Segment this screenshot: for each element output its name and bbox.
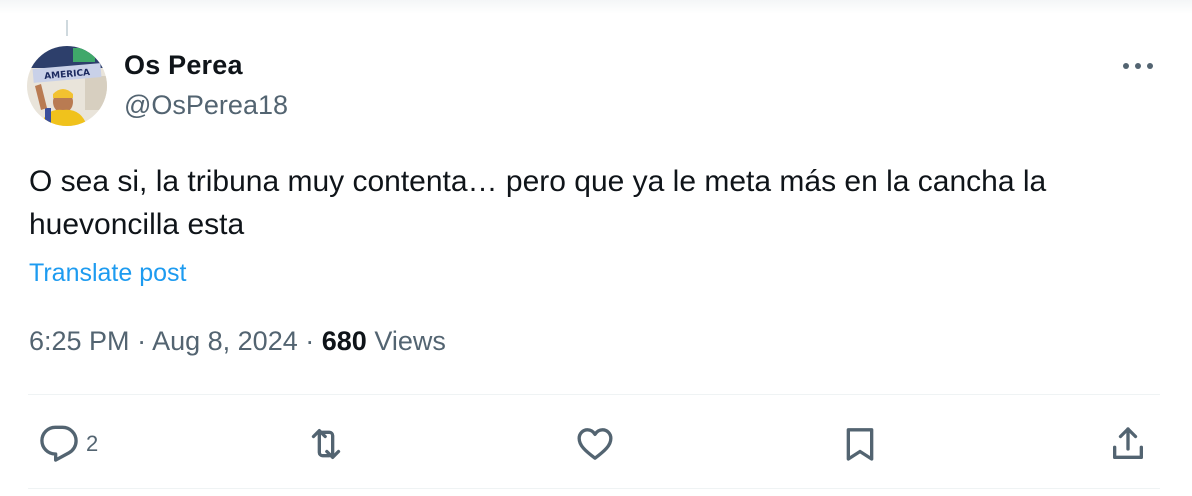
share-button[interactable] [1108,422,1148,466]
author-display-name[interactable]: Os Perea [124,50,243,81]
repost-icon [311,429,341,459]
divider-bottom [28,488,1160,489]
meta-separator: · [305,326,315,356]
divider-top [28,394,1160,395]
reply-icon [40,425,78,462]
post-date[interactable]: Aug 8, 2024 [152,326,298,356]
views-label: Views [374,326,446,356]
meta-separator: · [137,326,147,356]
heart-icon [577,428,613,460]
translate-post-link[interactable]: Translate post [29,259,186,288]
share-icon [1113,427,1143,459]
bookmark-icon [846,428,874,461]
reply-count: 2 [86,431,99,456]
like-button[interactable] [574,422,616,466]
thread-connector-line [66,20,68,36]
post-metadata: 6:25 PM · Aug 8, 2024 · 680 Views [29,326,446,357]
bookmark-button[interactable] [840,422,880,466]
post-text: O sea si, la tribuna muy contenta… pero … [29,165,1047,241]
more-icon [1123,63,1153,69]
previous-post-edge [0,0,1192,14]
views-count: 680 [321,326,367,356]
avatar[interactable]: AMERICA [27,46,107,126]
avatar-image: AMERICA [27,46,107,126]
reply-button[interactable]: 2 [38,422,98,466]
author-handle[interactable]: @OsPerea18 [124,90,288,121]
repost-button[interactable] [304,422,348,466]
post-time[interactable]: 6:25 PM [29,326,130,356]
more-options-button[interactable] [1120,54,1156,78]
